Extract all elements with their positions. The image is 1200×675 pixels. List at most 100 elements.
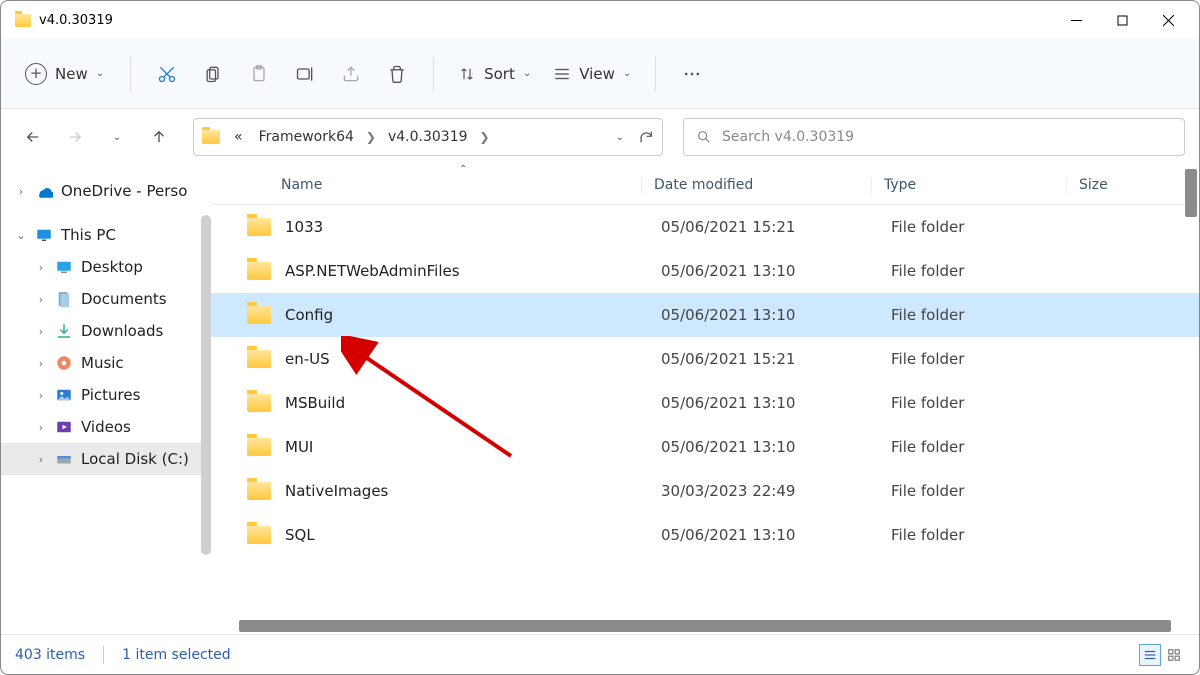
folder-icon — [247, 262, 271, 280]
folder-icon — [247, 394, 271, 412]
onedrive-icon — [35, 182, 53, 200]
file-type: File folder — [891, 262, 1086, 280]
file-name: Config — [285, 306, 661, 324]
file-list: ⌃ Name Date modified Type Size 103305/06… — [211, 165, 1199, 634]
new-button[interactable]: + New ⌄ — [15, 57, 114, 91]
expander-icon[interactable]: › — [35, 357, 47, 370]
file-row[interactable]: SQL05/06/2021 13:10File folder — [211, 513, 1199, 557]
new-label: New — [55, 65, 88, 83]
sidebar-label: Music — [81, 354, 124, 372]
sidebar-label: Documents — [81, 290, 167, 308]
folder-icon — [247, 438, 271, 456]
file-name: NativeImages — [285, 482, 661, 500]
delete-button[interactable] — [377, 54, 417, 94]
breadcrumb-item[interactable]: Framework64 — [253, 125, 360, 149]
chevron-down-icon: ⌄ — [523, 68, 531, 79]
column-type[interactable]: Type — [871, 177, 1066, 193]
back-button[interactable] — [15, 119, 51, 155]
plus-icon: + — [25, 63, 47, 85]
close-button[interactable] — [1145, 4, 1191, 36]
expander-icon[interactable]: › — [35, 421, 47, 434]
paste-button[interactable] — [239, 54, 279, 94]
downloads-icon — [55, 322, 73, 340]
sidebar-item[interactable]: › Desktop — [1, 251, 211, 283]
expander-icon[interactable]: › — [35, 261, 47, 274]
file-row[interactable]: 103305/06/2021 15:21File folder — [211, 205, 1199, 249]
file-name: en-US — [285, 350, 661, 368]
vertical-scrollbar[interactable] — [1185, 169, 1197, 217]
thumbnails-view-button[interactable] — [1163, 644, 1185, 666]
minimize-button[interactable] — [1053, 4, 1099, 36]
sidebar-item[interactable]: › OneDrive - Perso — [1, 175, 211, 207]
sidebar-item[interactable]: › Documents — [1, 283, 211, 315]
sort-button[interactable]: Sort ⌄ — [450, 59, 539, 89]
folder-icon — [15, 14, 31, 27]
sidebar-item[interactable]: ⌄ This PC — [1, 219, 211, 251]
recent-button[interactable]: ⌄ — [99, 119, 135, 155]
search-input[interactable] — [722, 129, 1172, 145]
file-row[interactable]: MUI05/06/2021 13:10File folder — [211, 425, 1199, 469]
sidebar-label: This PC — [61, 226, 116, 244]
rename-button[interactable] — [285, 54, 325, 94]
pictures-icon — [55, 386, 73, 404]
search-box[interactable] — [683, 118, 1185, 156]
up-button[interactable] — [141, 119, 177, 155]
file-row[interactable]: ASP.NETWebAdminFiles05/06/2021 13:10File… — [211, 249, 1199, 293]
file-row[interactable]: NativeImages30/03/2023 22:49File folder — [211, 469, 1199, 513]
separator — [433, 57, 434, 91]
forward-button[interactable] — [57, 119, 93, 155]
copy-button[interactable] — [193, 54, 233, 94]
file-type: File folder — [891, 306, 1086, 324]
sidebar-label: Local Disk (C:) — [81, 450, 189, 468]
file-type: File folder — [891, 526, 1086, 544]
file-date: 05/06/2021 13:10 — [661, 306, 891, 324]
view-toggle — [1139, 644, 1185, 666]
sidebar-item[interactable]: › Music — [1, 347, 211, 379]
chevron-right-icon: ❯ — [478, 130, 492, 144]
toolbar: + New ⌄ Sort ⌄ View ⌄ — [1, 39, 1199, 109]
file-date: 05/06/2021 13:10 — [661, 262, 891, 280]
sidebar-item[interactable]: › Downloads — [1, 315, 211, 347]
expander-icon[interactable]: › — [35, 389, 47, 402]
breadcrumb-item[interactable]: v4.0.30319 — [382, 125, 474, 149]
sidebar-item[interactable]: ›Videos — [1, 411, 211, 443]
column-date[interactable]: Date modified — [641, 177, 871, 193]
window-controls — [1053, 4, 1191, 36]
expander-icon[interactable]: › — [35, 453, 47, 466]
cut-button[interactable] — [147, 54, 187, 94]
column-name[interactable]: Name — [231, 177, 641, 193]
file-row[interactable]: Config05/06/2021 13:10File folder — [211, 293, 1199, 337]
more-button[interactable] — [672, 54, 712, 94]
expander-icon[interactable]: › — [15, 185, 27, 198]
column-size[interactable]: Size — [1066, 177, 1199, 193]
share-button[interactable] — [331, 54, 371, 94]
sidebar-item[interactable]: › Local Disk (C:) — [1, 443, 211, 475]
file-date: 05/06/2021 13:10 — [661, 394, 891, 412]
sidebar-scrollbar[interactable] — [201, 215, 211, 555]
sort-label: Sort — [484, 65, 515, 83]
details-view-button[interactable] — [1139, 644, 1161, 666]
file-row[interactable]: en-US05/06/2021 15:21File folder — [211, 337, 1199, 381]
horizontal-scrollbar[interactable] — [239, 620, 1171, 632]
sidebar-label: Desktop — [81, 258, 143, 276]
file-row[interactable]: MSBuild05/06/2021 13:10File folder — [211, 381, 1199, 425]
file-type: File folder — [891, 438, 1086, 456]
separator — [130, 57, 131, 91]
sidebar-label: Downloads — [81, 322, 163, 340]
separator — [103, 646, 104, 664]
chevron-down-icon[interactable]: ⌄ — [616, 132, 624, 143]
expander-icon[interactable]: › — [35, 293, 47, 306]
breadcrumb-overflow[interactable]: « — [228, 125, 249, 149]
sort-icon — [458, 65, 476, 83]
sidebar-label: OneDrive - Perso — [61, 182, 187, 200]
file-type: File folder — [891, 350, 1086, 368]
file-date: 05/06/2021 15:21 — [661, 350, 891, 368]
maximize-button[interactable] — [1099, 4, 1145, 36]
expander-icon[interactable]: › — [35, 325, 47, 338]
folder-icon — [202, 130, 220, 144]
sidebar-item[interactable]: ›Pictures — [1, 379, 211, 411]
view-button[interactable]: View ⌄ — [545, 59, 639, 89]
address-bar[interactable]: « Framework64 ❯ v4.0.30319 ❯ ⌄ — [193, 118, 663, 156]
refresh-icon[interactable] — [638, 129, 654, 145]
expander-icon[interactable]: ⌄ — [15, 229, 27, 242]
